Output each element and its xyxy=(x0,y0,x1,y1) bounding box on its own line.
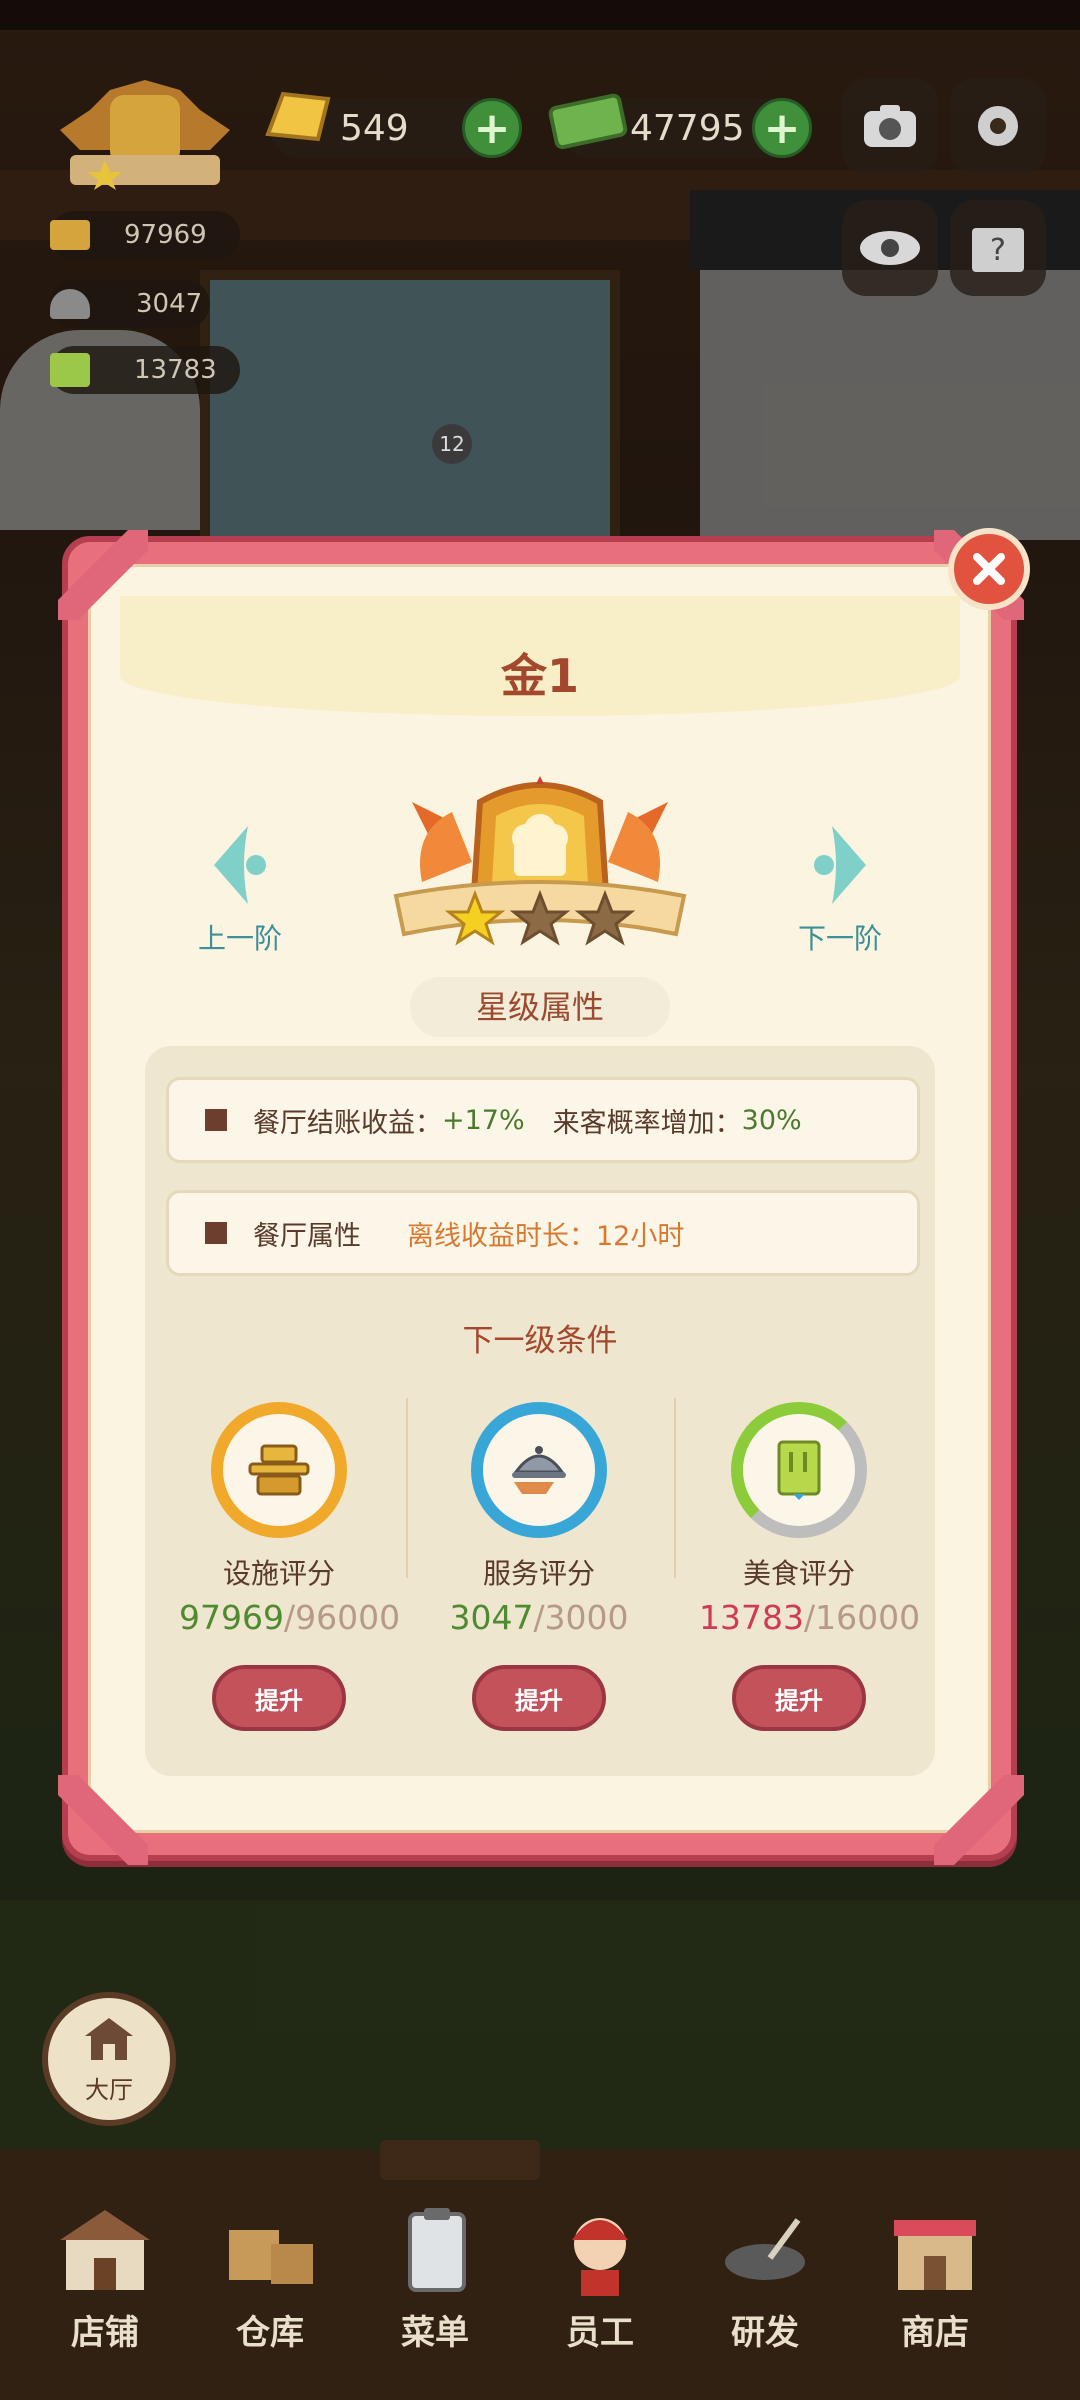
corner-ribbon-br xyxy=(934,1775,1024,1865)
corner-ribbon-bl xyxy=(58,1775,148,1865)
facility-icon xyxy=(248,1444,310,1496)
tab-warehouse[interactable]: 仓库 xyxy=(195,2200,345,2360)
player-rank-badge[interactable] xyxy=(50,70,240,190)
food-score: 美食评分 13783/16000 提升 xyxy=(699,1402,921,1731)
food-progress-ring xyxy=(731,1402,867,1538)
star-filled-icon xyxy=(444,889,506,946)
score-value: 13783/16000 xyxy=(699,1598,921,1637)
service-progress-ring xyxy=(471,1402,607,1538)
chef-girl-icon xyxy=(572,2218,628,2296)
hall-label: 大厅 xyxy=(85,2076,133,2104)
prev-rank-button[interactable]: 上一阶 xyxy=(165,820,315,957)
upgrade-food-button[interactable]: 提升 xyxy=(732,1665,866,1731)
star-rating xyxy=(444,889,636,950)
gear-icon xyxy=(978,106,1018,146)
next-rank-label: 下一阶 xyxy=(797,922,882,955)
help-book-button[interactable]: ? xyxy=(950,200,1046,296)
view-button[interactable] xyxy=(842,200,938,296)
score-label: 服务评分 xyxy=(482,1557,595,1590)
arrow-right-icon xyxy=(814,826,866,904)
close-button[interactable] xyxy=(948,528,1030,610)
help-book-icon: ? xyxy=(972,228,1024,272)
house-icon xyxy=(85,2018,133,2060)
rank-title: 金1 xyxy=(500,649,579,703)
storefront-icon xyxy=(60,2210,150,2290)
tab-shop-front[interactable]: 店铺 xyxy=(30,2200,180,2360)
attribute-row: 餐厅结账收益： +17% 来客概率增加： 30% xyxy=(166,1077,920,1163)
bullet-icon xyxy=(205,1109,227,1131)
column-divider xyxy=(406,1398,408,1578)
food-icon xyxy=(777,1440,821,1500)
food-stat-icon xyxy=(50,353,90,387)
settings-button[interactable] xyxy=(950,78,1046,174)
arrow-left-icon xyxy=(214,826,266,904)
service-icon xyxy=(512,1446,566,1494)
score-label: 美食评分 xyxy=(742,1557,855,1590)
tab-store[interactable]: 商店 xyxy=(860,2200,1010,2360)
next-level-conditions-title: 下一级条件 xyxy=(462,1323,618,1359)
bullet-icon xyxy=(205,1222,227,1244)
boxes-icon xyxy=(229,2230,313,2284)
upgrade-service-button[interactable]: 提升 xyxy=(472,1665,606,1731)
star-empty-icon xyxy=(509,889,571,946)
food-score-row: 13783 xyxy=(50,346,240,394)
tab-menu[interactable]: 菜单 xyxy=(360,2200,510,2360)
svg-text:?: ? xyxy=(990,233,1006,268)
service-score-row: 3047 xyxy=(50,280,210,328)
eye-icon xyxy=(860,231,920,265)
facility-stat-icon xyxy=(50,220,90,250)
score-value: 97969/96000 xyxy=(179,1598,401,1637)
star-empty-icon xyxy=(574,889,636,946)
next-rank-button[interactable]: 下一阶 xyxy=(765,820,915,957)
wok-icon xyxy=(725,2218,805,2280)
column-divider xyxy=(674,1398,676,1578)
service-score: 服务评分 3047/3000 提升 xyxy=(439,1402,639,1731)
add-cash-button[interactable]: + xyxy=(752,98,812,158)
hall-button[interactable]: 大厅 xyxy=(42,1992,176,2126)
score-value: 3047/3000 xyxy=(449,1598,629,1637)
attribute-row: 餐厅属性 离线收益时长： 12小时 xyxy=(166,1190,920,1276)
camera-button[interactable] xyxy=(842,78,938,174)
star-attributes-title: 星级属性 xyxy=(410,977,670,1037)
shop-icon xyxy=(894,2220,976,2290)
facility-score: 设施评分 97969/96000 提升 xyxy=(179,1402,401,1731)
stall-count-badge: 12 xyxy=(432,424,472,464)
add-gold-button[interactable]: + xyxy=(462,98,522,158)
service-stat-icon xyxy=(50,289,90,319)
clipboard-icon xyxy=(408,2208,466,2292)
close-icon xyxy=(973,553,1005,585)
camera-icon xyxy=(864,105,916,147)
tab-staff[interactable]: 员工 xyxy=(525,2200,675,2360)
prev-rank-label: 上一阶 xyxy=(197,922,282,955)
cash-stack-icon xyxy=(545,84,635,158)
facility-progress-ring xyxy=(211,1402,347,1538)
score-label: 设施评分 xyxy=(222,1557,335,1590)
facility-score-row: 97969 xyxy=(50,211,240,259)
upgrade-facility-button[interactable]: 提升 xyxy=(212,1665,346,1731)
tab-research[interactable]: 研发 xyxy=(690,2200,840,2360)
gold-bar-icon xyxy=(258,84,338,158)
